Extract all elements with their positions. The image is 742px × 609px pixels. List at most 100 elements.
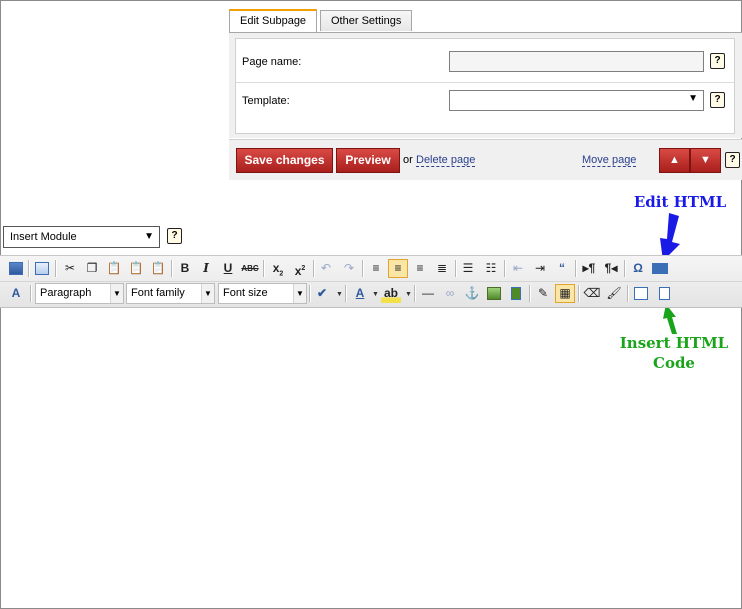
save-changes-button[interactable]: Save changes [236, 148, 333, 173]
toolbar-separator [414, 285, 416, 302]
format-value: Paragraph [40, 287, 92, 299]
table-icon[interactable]: ▦ [555, 284, 575, 303]
chevron-down-icon: ▼ [688, 93, 698, 104]
cleanup-icon[interactable]: 🖌 [604, 284, 624, 303]
chevron-down-icon: ▼ [201, 284, 214, 303]
superscript-icon[interactable]: x2 [290, 259, 310, 278]
edit-icon[interactable]: ✎ [533, 284, 553, 303]
chevron-down-icon: ▼ [293, 284, 306, 303]
move-up-button[interactable]: ▲ [659, 148, 690, 173]
help-icon[interactable]: ? [710, 53, 725, 69]
font-size-value: Font size [223, 287, 268, 299]
tab-other-settings[interactable]: Other Settings [320, 10, 413, 31]
align-left-icon[interactable]: ≡ [366, 259, 386, 278]
rtl-icon[interactable]: ¶◂ [601, 259, 621, 278]
toolbar-row-2: A Paragraph ▼ Font family ▼ Font size ▼ … [0, 281, 742, 306]
page-name-label: Page name: [242, 56, 302, 68]
editor-toolbar: ✂ ❐ 📋 📋 📋 B I U ABC x2 x2 ↶ ↷ ≡ ≡ ≡ ≣ ☰ … [0, 255, 742, 308]
redo-icon[interactable]: ↷ [339, 259, 359, 278]
highlight-color-icon[interactable]: ab [381, 284, 401, 303]
bold-icon[interactable]: B [175, 259, 195, 278]
format-select[interactable]: Paragraph ▼ [35, 283, 124, 304]
chevron-down-icon[interactable]: ▼ [405, 291, 412, 298]
help-icon[interactable]: ? [725, 152, 740, 168]
help-icon[interactable]: ? [167, 228, 182, 244]
media-icon[interactable] [506, 284, 526, 303]
font-family-select[interactable]: Font family ▼ [126, 283, 215, 304]
ltr-icon[interactable]: ▸¶ [579, 259, 599, 278]
chevron-down-icon: ▼ [144, 231, 154, 242]
edit-html-annotation: Edit HTML [633, 193, 727, 211]
paste-icon[interactable]: 📋 [104, 259, 124, 278]
preview-button[interactable]: Preview [336, 148, 400, 173]
chevron-down-icon[interactable]: ▼ [372, 291, 379, 298]
anchor-icon[interactable]: ⚓ [462, 284, 482, 303]
settings-form: Page name: ? Template: ▼ ? [235, 38, 735, 134]
align-right-icon[interactable]: ≡ [410, 259, 430, 278]
italic-icon[interactable]: I [196, 259, 216, 278]
numbered-list-icon[interactable]: ☷ [481, 259, 501, 278]
chevron-down-icon[interactable]: ▼ [336, 291, 343, 298]
align-center-icon[interactable]: ≡ [388, 259, 408, 278]
font-size-select[interactable]: Font size ▼ [218, 283, 307, 304]
toolbar-separator [28, 260, 30, 277]
styles-icon[interactable]: A [6, 284, 26, 303]
template-row: Template: ▼ ? [236, 83, 734, 121]
bullet-list-icon[interactable]: ☰ [458, 259, 478, 278]
template-select[interactable]: ▼ [449, 90, 704, 111]
toolbar-separator [313, 260, 315, 277]
copy-icon[interactable]: ❐ [82, 259, 102, 278]
editor-content-area[interactable] [1, 308, 741, 607]
action-bar: Save changes Preview or Delete page Move… [229, 139, 742, 180]
delete-page-link[interactable]: Delete page [416, 154, 476, 167]
undo-icon[interactable]: ↶ [316, 259, 336, 278]
toolbar-separator [578, 285, 580, 302]
cut-icon[interactable]: ✂ [60, 259, 80, 278]
page-name-input[interactable] [449, 51, 704, 72]
tab-edit-subpage[interactable]: Edit Subpage [229, 9, 318, 33]
underline-icon[interactable]: U [218, 259, 238, 278]
toolbar-separator [627, 285, 629, 302]
toolbar-separator [504, 260, 506, 277]
move-down-button[interactable]: ▼ [690, 148, 721, 173]
toolbar-separator [575, 260, 577, 277]
eraser-icon[interactable]: ⌫ [582, 284, 602, 303]
toolbar-separator [345, 285, 347, 302]
fullscreen-icon[interactable] [32, 259, 52, 278]
horizontal-rule-icon[interactable]: — [418, 284, 438, 303]
edit-html-icon[interactable] [650, 259, 670, 278]
insert-html-code-icon[interactable] [654, 284, 674, 303]
paste-text-icon[interactable]: 📋 [126, 259, 146, 278]
toolbar-separator [309, 285, 311, 302]
toolbar-separator [55, 260, 57, 277]
strikethrough-icon[interactable]: ABC [240, 259, 260, 278]
chevron-down-icon: ▼ [110, 284, 123, 303]
toolbar-separator [263, 260, 265, 277]
align-justify-icon[interactable]: ≣ [432, 259, 452, 278]
spellcheck-icon[interactable]: ✔ [312, 284, 332, 303]
toolbar-separator [529, 285, 531, 302]
toolbar-separator [30, 285, 32, 302]
template-label: Template: [242, 95, 290, 107]
triangle-up-icon: ▲ [669, 154, 680, 166]
or-text: or [403, 154, 413, 166]
toolbar-separator [624, 260, 626, 277]
insert-module-select[interactable]: Insert Module ▼ [3, 226, 160, 248]
save-icon[interactable] [6, 259, 26, 278]
text-color-icon[interactable]: A [350, 284, 370, 303]
link-icon[interactable]: ∞ [440, 284, 460, 303]
move-page-link[interactable]: Move page [582, 154, 637, 167]
indent-icon[interactable]: ⇥ [530, 259, 550, 278]
font-family-value: Font family [131, 287, 185, 299]
outdent-icon[interactable]: ⇤ [508, 259, 528, 278]
toolbar-separator [362, 260, 364, 277]
special-char-icon[interactable]: Ω [628, 259, 648, 278]
image-icon[interactable] [484, 284, 504, 303]
subscript-icon[interactable]: x2 [268, 259, 288, 278]
insert-module-value: Insert Module [10, 231, 77, 243]
template-icon[interactable] [631, 284, 651, 303]
blockquote-icon[interactable]: “ [552, 259, 572, 278]
paste-word-icon[interactable]: 📋 [148, 259, 168, 278]
help-icon[interactable]: ? [710, 92, 725, 108]
page-name-row: Page name: ? [236, 44, 734, 83]
